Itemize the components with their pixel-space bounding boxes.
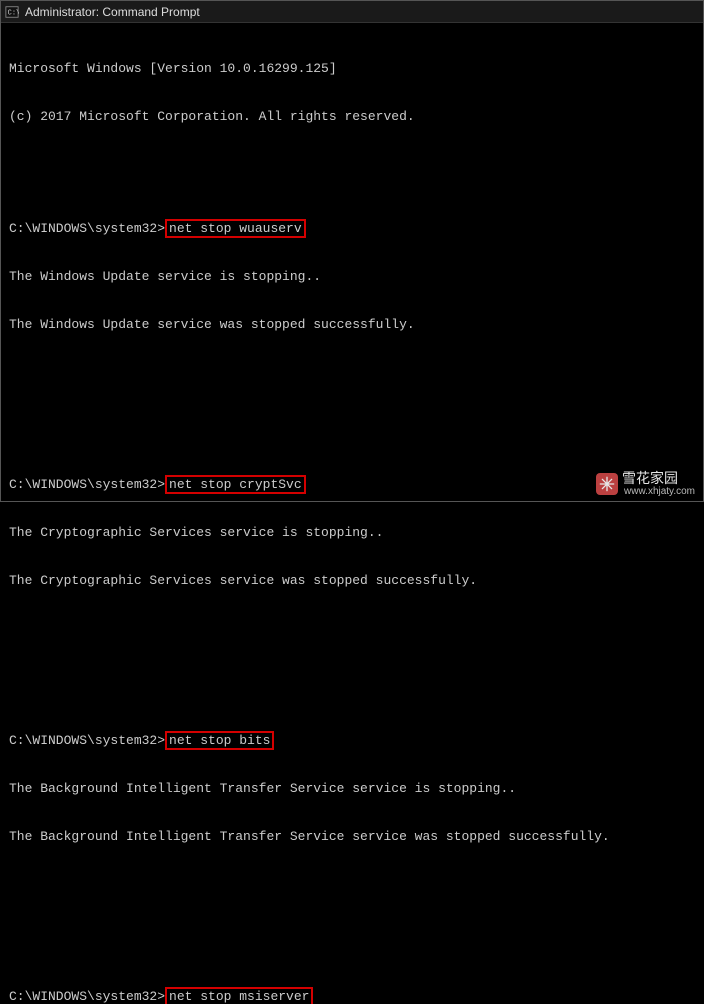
watermark-url: www.xhjaty.com bbox=[624, 486, 695, 497]
blank-line bbox=[9, 877, 695, 893]
output-line: The Cryptographic Services service was s… bbox=[9, 573, 695, 589]
cmd-icon: C:\ bbox=[5, 5, 19, 19]
cmd-net-stop-wuauserv: net stop wuauserv bbox=[165, 219, 306, 238]
watermark: 雪花家园 www.xhjaty.com bbox=[596, 471, 695, 497]
command-line: C:\WINDOWS\system32>net stop cryptSvc bbox=[9, 477, 695, 493]
version-line: Microsoft Windows [Version 10.0.16299.12… bbox=[9, 61, 695, 77]
window-title: Administrator: Command Prompt bbox=[25, 5, 200, 19]
blank-line bbox=[9, 157, 695, 173]
output-line: The Background Intelligent Transfer Serv… bbox=[9, 829, 695, 845]
cmd-net-stop-msiserver: net stop msiserver bbox=[165, 987, 313, 1004]
blank-line bbox=[9, 621, 695, 637]
titlebar[interactable]: C:\ Administrator: Command Prompt bbox=[1, 1, 703, 23]
cmd-net-stop-cryptsvc: net stop cryptSvc bbox=[165, 475, 306, 494]
blank-line bbox=[9, 365, 695, 381]
prompt: C:\WINDOWS\system32> bbox=[9, 477, 165, 492]
command-line: C:\WINDOWS\system32>net stop msiserver bbox=[9, 989, 695, 1004]
cmd-net-stop-bits: net stop bits bbox=[165, 731, 274, 750]
prompt: C:\WINDOWS\system32> bbox=[9, 221, 165, 236]
watermark-name: 雪花家园 bbox=[622, 471, 695, 486]
command-line: C:\WINDOWS\system32>net stop wuauserv bbox=[9, 221, 695, 237]
output-line: The Windows Update service is stopping.. bbox=[9, 269, 695, 285]
terminal-output[interactable]: Microsoft Windows [Version 10.0.16299.12… bbox=[1, 23, 703, 1004]
command-line: C:\WINDOWS\system32>net stop bits bbox=[9, 733, 695, 749]
prompt: C:\WINDOWS\system32> bbox=[9, 989, 165, 1004]
svg-text:C:\: C:\ bbox=[8, 9, 19, 17]
copyright-line: (c) 2017 Microsoft Corporation. All righ… bbox=[9, 109, 695, 125]
snowflake-icon bbox=[596, 473, 618, 495]
output-line: The Windows Update service was stopped s… bbox=[9, 317, 695, 333]
prompt: C:\WINDOWS\system32> bbox=[9, 733, 165, 748]
blank-line bbox=[9, 669, 695, 685]
blank-line bbox=[9, 925, 695, 941]
blank-line bbox=[9, 413, 695, 429]
output-line: The Background Intelligent Transfer Serv… bbox=[9, 781, 695, 797]
output-line: The Cryptographic Services service is st… bbox=[9, 525, 695, 541]
